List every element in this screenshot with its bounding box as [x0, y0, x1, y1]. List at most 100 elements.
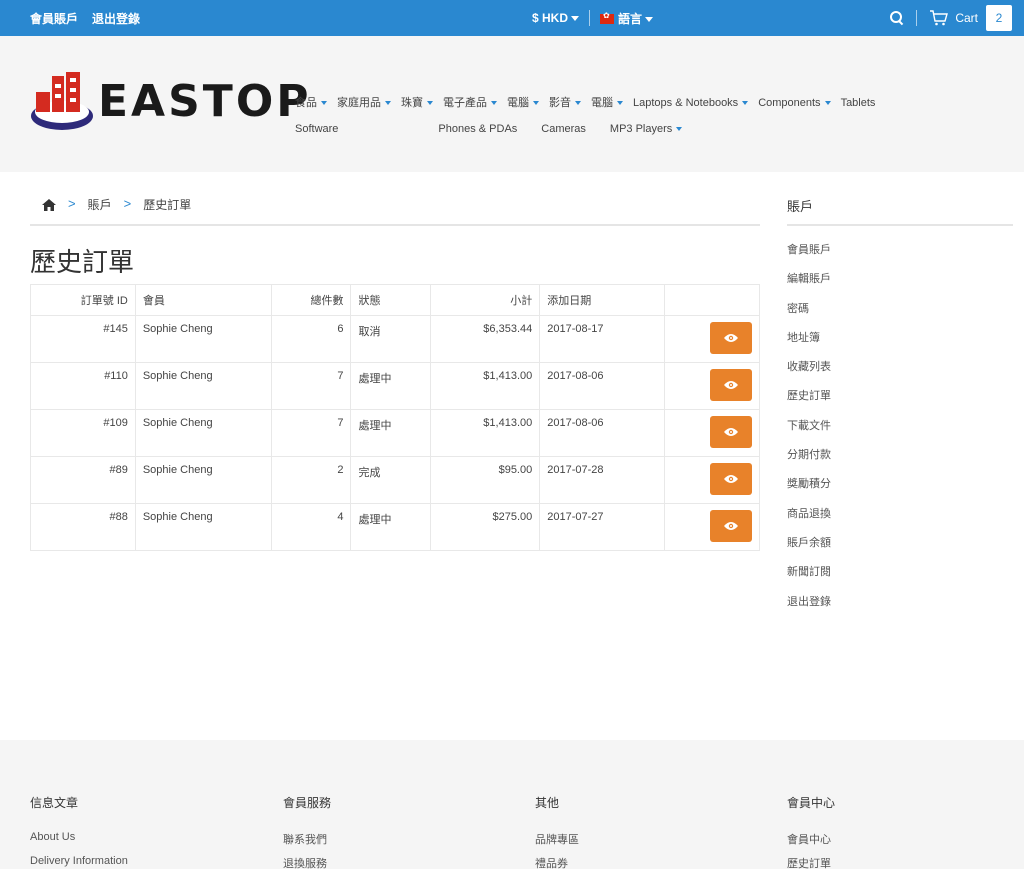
view-order-button[interactable] [710, 463, 752, 495]
divider [916, 10, 918, 26]
nav-item-label: Tablets [840, 97, 876, 109]
nav-item[interactable]: Tablets [841, 90, 876, 116]
table-row: #145 Sophie Cheng 6 取消 $6,353.44 2017-08-17 [30, 315, 760, 363]
footer-link[interactable]: 會員中心 [787, 831, 835, 855]
cart-icon [929, 10, 949, 26]
footer-link[interactable]: 歷史訂單 [787, 855, 835, 869]
nav-item[interactable]: 影音 [549, 90, 581, 116]
nav-item[interactable]: 電子產品 [443, 90, 497, 116]
sidebar-item[interactable]: 下載文件 [787, 419, 1013, 448]
nav-item[interactable]: 電腦 [507, 90, 539, 116]
view-order-button[interactable] [710, 510, 752, 542]
footer-column-title: 會員服務 [283, 796, 332, 810]
action-cell [664, 409, 760, 457]
nav-item-label: 影音 [549, 97, 571, 109]
col-header-customer: 會員 [134, 284, 272, 316]
chevron-down-icon [575, 101, 581, 106]
chevron-down-icon [617, 101, 623, 106]
nav-item[interactable]: Cameras [541, 116, 586, 142]
nav-item-label: Cameras [541, 123, 586, 135]
chevron-right-icon: > [123, 196, 132, 211]
customer-cell: Sophie Cheng [134, 409, 272, 457]
nav-item[interactable]: Laptops & Notebooks [633, 90, 749, 116]
nav-item[interactable]: 珠寶 [401, 90, 433, 116]
view-order-button[interactable] [710, 322, 752, 354]
footer-link[interactable]: About Us [30, 831, 128, 855]
nav-item-label: Components [758, 97, 821, 109]
home-icon[interactable] [42, 199, 56, 211]
sidebar-item[interactable]: 收藏列表 [787, 360, 1013, 389]
sidebar-item[interactable]: 編輯賬戶 [787, 272, 1013, 301]
my-account-link[interactable]: 會員賬戶 [30, 10, 78, 27]
sidebar-item[interactable]: 賬戶余額 [787, 536, 1013, 565]
chevron-down-icon [645, 16, 654, 22]
breadcrumb: > 賬戶 > 歷史訂單 [30, 196, 760, 226]
col-header-total: 小計 [430, 284, 541, 316]
logout-link[interactable]: 退出登錄 [92, 10, 140, 27]
sidebar-item[interactable]: 分期付款 [787, 448, 1013, 477]
nav-item-label: 食品 [295, 97, 317, 109]
eye-icon [724, 428, 738, 436]
date-cell: 2017-08-17 [539, 315, 666, 363]
orders-table: 訂單號 ID 會員 總件數 狀態 小計 添加日期 #145 Sophie Chen… [30, 284, 760, 551]
status-cell: 取消 [350, 315, 432, 363]
footer-link[interactable]: Delivery Information [30, 855, 128, 869]
customer-cell: Sophie Cheng [134, 362, 272, 410]
breadcrumb-account[interactable]: 賬戶 [88, 196, 112, 213]
cart-count-badge: 2 [986, 5, 1012, 31]
nav-item-label: Software [295, 123, 339, 135]
sidebar-item[interactable]: 獎勵積分 [787, 477, 1013, 506]
view-order-button[interactable] [710, 369, 752, 401]
sidebar-item[interactable]: 退出登錄 [787, 595, 1013, 624]
footer-link[interactable]: 退換服務 [283, 855, 331, 869]
view-order-button[interactable] [710, 416, 752, 448]
status-cell: 處理中 [350, 409, 432, 457]
customer-cell: Sophie Cheng [134, 503, 272, 551]
footer-column: 會員中心 會員中心 歷史訂單 [787, 794, 835, 869]
language-selector[interactable]: 語言 [600, 10, 654, 27]
sidebar-item[interactable]: 新聞訂閱 [787, 565, 1013, 594]
sidebar-item[interactable]: 密碼 [787, 302, 1013, 331]
logo-emblem-icon [31, 72, 93, 130]
sidebar-item[interactable]: 地址簿 [787, 331, 1013, 360]
col-header-date-added: 添加日期 [539, 284, 666, 316]
table-row: #88 Sophie Cheng 4 處理中 $275.00 2017-07-27 [30, 503, 760, 551]
logo[interactable]: EASTOP [30, 72, 308, 134]
col-header-quantity: 總件數 [270, 284, 352, 316]
chevron-down-icon [533, 101, 539, 106]
cart-button[interactable]: Cart 2 [929, 5, 1012, 31]
chevron-down-icon [824, 101, 831, 106]
quantity-cell: 2 [270, 456, 352, 504]
chevron-down-icon [676, 127, 683, 132]
nav-item[interactable]: Software [295, 116, 338, 142]
search-icon[interactable] [890, 11, 904, 25]
action-cell [664, 315, 760, 363]
currency-selector[interactable]: $ HKD [532, 11, 580, 25]
col-header-status: 狀態 [350, 284, 432, 316]
nav-item[interactable]: 家庭用品 [337, 90, 391, 116]
nav-item[interactable]: Phones & PDAs [438, 116, 517, 142]
nav-item[interactable]: 電腦 [591, 90, 623, 116]
status-cell: 處理中 [350, 362, 432, 410]
footer-link[interactable]: 禮品券 [535, 855, 579, 869]
chevron-right-icon: > [68, 196, 76, 211]
status-cell: 完成 [350, 456, 432, 504]
sidebar-item[interactable]: 歷史訂單 [787, 389, 1013, 418]
eye-icon [724, 522, 738, 530]
eye-icon [724, 334, 738, 342]
sidebar-item[interactable]: 會員賬戶 [787, 243, 1013, 272]
footer-column-title: 會員中心 [787, 796, 836, 810]
nav-item[interactable]: 食品 [295, 90, 327, 116]
breadcrumb-current[interactable]: 歷史訂單 [143, 196, 191, 213]
footer-link[interactable]: 聯系我們 [283, 831, 331, 855]
footer-link[interactable]: 品牌專區 [535, 831, 579, 855]
nav-item[interactable]: MP3 Players [610, 116, 683, 142]
nav-item[interactable]: Components [758, 90, 831, 116]
sidebar-item[interactable]: 商品退換 [787, 507, 1013, 536]
col-header-action [664, 284, 760, 316]
page-title: 歷史訂單 [30, 247, 135, 277]
nav-item-label: 電腦 [507, 97, 529, 109]
nav-item-label: 電子產品 [443, 97, 487, 109]
order-id-cell: #110 [30, 362, 136, 410]
language-label: 語言 [618, 11, 643, 26]
